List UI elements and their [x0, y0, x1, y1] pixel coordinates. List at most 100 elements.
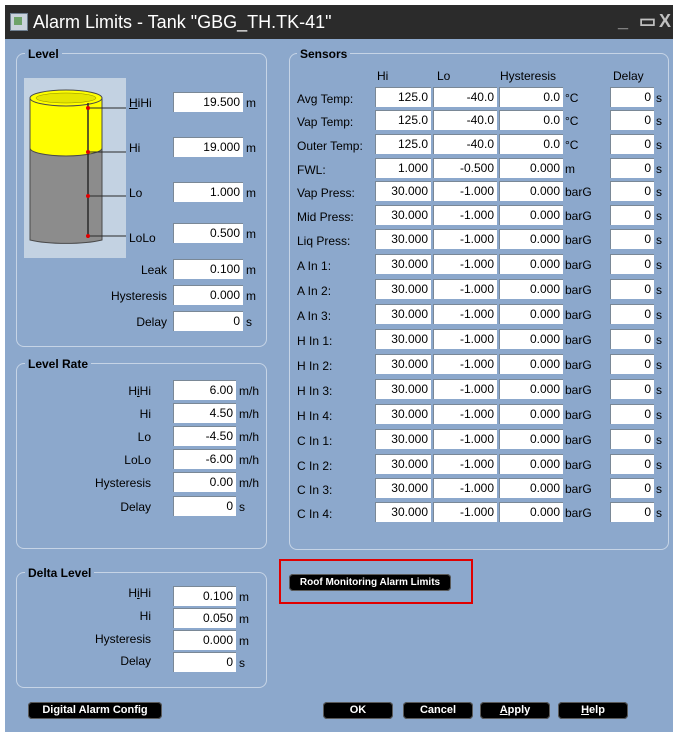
- sensor-hysteresis-input-c-in-2[interactable]: 0.000: [499, 454, 563, 474]
- sensor-lo-input-c-in-3[interactable]: -1.000: [433, 478, 497, 498]
- apply-button[interactable]: Apply: [480, 702, 550, 719]
- sensor-hi-input-vap-temp[interactable]: 125.0: [375, 110, 431, 130]
- sensor-hi-input-vap-press[interactable]: 30.000: [375, 181, 431, 201]
- sensor-delay-input-c-in-2[interactable]: 0: [610, 454, 654, 474]
- sensor-hysteresis-input-vap-press[interactable]: 0.000: [499, 181, 563, 201]
- sensor-hysteresis-input-h-in-1[interactable]: 0.000: [499, 329, 563, 349]
- sensor-hysteresis-input-liq-press[interactable]: 0.000: [499, 229, 563, 249]
- sensor-delay-input-c-in-1[interactable]: 0: [610, 429, 654, 449]
- rate-hysteresis-input[interactable]: 0.00: [173, 472, 236, 492]
- sensor-lo-input-c-in-4[interactable]: -1.000: [433, 502, 497, 522]
- level-lolo-input[interactable]: 0.500: [173, 223, 243, 243]
- sensor-hysteresis-input-avg-temp[interactable]: 0.0: [499, 87, 563, 107]
- sensor-delay-input-a-in-3[interactable]: 0: [610, 304, 654, 324]
- rate-hi-input[interactable]: 4.50: [173, 403, 236, 423]
- sensor-lo-input-h-in-2[interactable]: -1.000: [433, 354, 497, 374]
- sensor-hi-input-a-in-2[interactable]: 30.000: [375, 279, 431, 299]
- sensor-hi-input-avg-temp[interactable]: 125.0: [375, 87, 431, 107]
- delta-hysteresis-input[interactable]: 0.000: [173, 630, 236, 650]
- sensor-hi-input-a-in-3[interactable]: 30.000: [375, 304, 431, 324]
- sensor-lo-input-h-in-3[interactable]: -1.000: [433, 379, 497, 399]
- sensor-hysteresis-input-a-in-3[interactable]: 0.000: [499, 304, 563, 324]
- sensor-lo-input-h-in-4[interactable]: -1.000: [433, 404, 497, 424]
- sensor-lo-input-c-in-2[interactable]: -1.000: [433, 454, 497, 474]
- sensor-hi-input-h-in-4[interactable]: 30.000: [375, 404, 431, 424]
- sensor-hi-input-fwl[interactable]: 1.000: [375, 158, 431, 178]
- ok-button[interactable]: OK: [323, 702, 393, 719]
- sensor-hi-input-c-in-2[interactable]: 30.000: [375, 454, 431, 474]
- level-leak-input[interactable]: 0.100: [173, 259, 243, 279]
- sensor-hysteresis-input-c-in-3[interactable]: 0.000: [499, 478, 563, 498]
- sensor-lo-input-vap-temp[interactable]: -40.0: [433, 110, 497, 130]
- sensor-hysteresis-input-a-in-2[interactable]: 0.000: [499, 279, 563, 299]
- sensor-delay-input-mid-press[interactable]: 0: [610, 205, 654, 225]
- sensor-lo-input-h-in-1[interactable]: -1.000: [433, 329, 497, 349]
- level-hihi-input[interactable]: 19.500: [173, 92, 243, 112]
- sensor-delay-input-h-in-4[interactable]: 0: [610, 404, 654, 424]
- level-lo-input[interactable]: 1.000: [173, 182, 243, 202]
- sensor-delay-input-h-in-3[interactable]: 0: [610, 379, 654, 399]
- sensor-lo-input-avg-temp[interactable]: -40.0: [433, 87, 497, 107]
- sensor-hysteresis-input-h-in-4[interactable]: 0.000: [499, 404, 563, 424]
- sensor-lo-input-a-in-2[interactable]: -1.000: [433, 279, 497, 299]
- sensor-delay-input-outer-temp[interactable]: 0: [610, 134, 654, 154]
- sensor-lo-input-mid-press[interactable]: -1.000: [433, 205, 497, 225]
- sensor-hysteresis-input-fwl[interactable]: 0.000: [499, 158, 563, 178]
- sensor-lo-input-fwl[interactable]: -0.500: [433, 158, 497, 178]
- rate-delay-input[interactable]: 0: [173, 496, 236, 516]
- roof-monitoring-alarm-limits-button[interactable]: Roof Monitoring Alarm Limits: [289, 574, 451, 591]
- delta-hi-input[interactable]: 0.050: [173, 608, 236, 628]
- sensor-delay-input-avg-temp[interactable]: 0: [610, 87, 654, 107]
- sensor-delay-input-vap-temp[interactable]: 0: [610, 110, 654, 130]
- sensor-hi-input-h-in-2[interactable]: 30.000: [375, 354, 431, 374]
- sensor-hi-input-mid-press[interactable]: 30.000: [375, 205, 431, 225]
- sensor-delay-input-c-in-3[interactable]: 0: [610, 478, 654, 498]
- sensor-delay-input-fwl[interactable]: 0: [610, 158, 654, 178]
- sensor-hysteresis-input-c-in-4[interactable]: 0.000: [499, 502, 563, 522]
- sensor-lo-input-a-in-3[interactable]: -1.000: [433, 304, 497, 324]
- sensor-hi-input-a-in-1[interactable]: 30.000: [375, 254, 431, 274]
- level-delay-input[interactable]: 0: [173, 311, 243, 331]
- sensor-delay-unit-mid-press: s: [656, 209, 662, 223]
- sensor-lo-input-vap-press[interactable]: -1.000: [433, 181, 497, 201]
- restore-icon[interactable]: ▭: [639, 10, 656, 32]
- cancel-button[interactable]: Cancel: [403, 702, 473, 719]
- sensor-delay-input-h-in-2[interactable]: 0: [610, 354, 654, 374]
- sensor-hi-input-h-in-1[interactable]: 30.000: [375, 329, 431, 349]
- sensor-lo-input-a-in-1[interactable]: -1.000: [433, 254, 497, 274]
- sensor-hi-input-c-in-1[interactable]: 30.000: [375, 429, 431, 449]
- sensor-delay-input-a-in-2[interactable]: 0: [610, 279, 654, 299]
- sensor-hysteresis-input-a-in-1[interactable]: 0.000: [499, 254, 563, 274]
- sensor-hi-input-liq-press[interactable]: 30.000: [375, 229, 431, 249]
- sensor-delay-input-a-in-1[interactable]: 0: [610, 254, 654, 274]
- help-button[interactable]: Help: [558, 702, 628, 719]
- sensor-hi-input-c-in-3[interactable]: 30.000: [375, 478, 431, 498]
- sensor-delay-input-c-in-4[interactable]: 0: [610, 502, 654, 522]
- rate-lo-input[interactable]: -4.50: [173, 426, 236, 446]
- rate-lolo-input[interactable]: -6.00: [173, 449, 236, 469]
- sensor-lo-input-c-in-1[interactable]: -1.000: [433, 429, 497, 449]
- sensor-hysteresis-input-outer-temp[interactable]: 0.0: [499, 134, 563, 154]
- level-hysteresis-input[interactable]: 0.000: [173, 285, 243, 305]
- sensor-hysteresis-input-vap-temp[interactable]: 0.0: [499, 110, 563, 130]
- sensor-delay-input-h-in-1[interactable]: 0: [610, 329, 654, 349]
- sensor-hysteresis-input-c-in-1[interactable]: 0.000: [499, 429, 563, 449]
- sensor-delay-input-liq-press[interactable]: 0: [610, 229, 654, 249]
- sensor-lo-input-liq-press[interactable]: -1.000: [433, 229, 497, 249]
- close-icon[interactable]: X: [659, 10, 671, 32]
- sensor-hi-input-h-in-3[interactable]: 30.000: [375, 379, 431, 399]
- level-hi-input[interactable]: 19.000: [173, 137, 243, 157]
- sensor-lo-input-outer-temp[interactable]: -40.0: [433, 134, 497, 154]
- digital-alarm-config-button[interactable]: Digital Alarm Config: [28, 702, 162, 719]
- delta-hihi-input[interactable]: 0.100: [173, 586, 236, 606]
- sensor-hysteresis-input-h-in-2[interactable]: 0.000: [499, 354, 563, 374]
- title-bar[interactable]: Alarm Limits - Tank "GBG_TH.TK-41" _ ▭ X: [5, 5, 673, 39]
- sensor-hysteresis-input-mid-press[interactable]: 0.000: [499, 205, 563, 225]
- minimize-icon[interactable]: _: [618, 10, 628, 32]
- delta-delay-input[interactable]: 0: [173, 652, 236, 672]
- sensor-delay-input-vap-press[interactable]: 0: [610, 181, 654, 201]
- sensor-hi-input-outer-temp[interactable]: 125.0: [375, 134, 431, 154]
- sensor-hi-input-c-in-4[interactable]: 30.000: [375, 502, 431, 522]
- rate-hihi-input[interactable]: 6.00: [173, 380, 236, 400]
- sensor-hysteresis-input-h-in-3[interactable]: 0.000: [499, 379, 563, 399]
